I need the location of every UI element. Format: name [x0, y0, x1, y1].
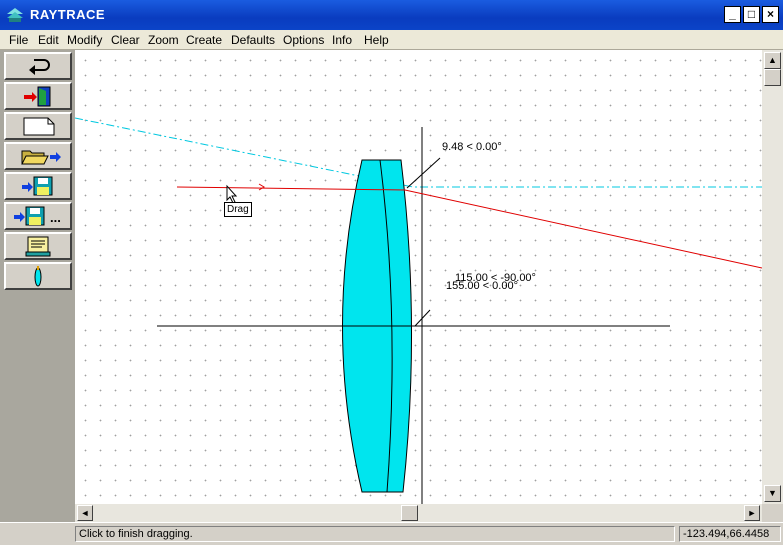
dashdot-construction-line — [75, 117, 762, 188]
cursor-coordinates: -123.494,66.4458 — [679, 526, 781, 542]
undo-arrow-icon — [29, 59, 50, 75]
undo-button[interactable] — [4, 52, 72, 80]
menu-options[interactable]: Options — [283, 33, 324, 47]
save-as-button[interactable]: ... — [4, 202, 72, 230]
scroll-down-button[interactable]: ▼ — [764, 485, 781, 502]
tool-panel: ... — [0, 50, 75, 522]
menu-bar: File Edit Modify Clear Zoom Create Defau… — [0, 30, 783, 50]
maximize-button[interactable]: □ — [743, 6, 760, 23]
dimension-label-mid2: 155.00 < 0.00° — [446, 280, 518, 292]
menu-file[interactable]: File — [9, 33, 28, 47]
menu-edit[interactable]: Edit — [38, 33, 59, 47]
leader-line-top — [406, 157, 441, 189]
print-scroll-icon — [25, 236, 51, 257]
floppy-save-icon — [22, 176, 53, 196]
vertical-scrollbar[interactable]: ▲ ▼ — [762, 50, 783, 504]
blank-page-icon — [23, 117, 55, 136]
drag-tooltip: Drag — [224, 202, 252, 217]
status-message: Click to finish dragging. — [75, 526, 675, 542]
new-button[interactable] — [4, 112, 72, 140]
ray-path[interactable] — [176, 183, 762, 269]
horizontal-scroll-thumb[interactable] — [401, 505, 418, 521]
raytrace-app-icon — [7, 8, 23, 22]
horizontal-scrollbar[interactable]: ◄ ► — [75, 504, 762, 522]
open-button[interactable] — [4, 142, 72, 170]
lens-icon — [34, 266, 42, 287]
menu-clear[interactable]: Clear — [111, 33, 140, 47]
menu-defaults[interactable]: Defaults — [231, 33, 275, 47]
menu-help[interactable]: Help — [364, 33, 389, 47]
menu-zoom[interactable]: Zoom — [148, 33, 179, 47]
open-folder-icon — [21, 150, 61, 165]
scrollbar-corner — [762, 504, 783, 522]
scroll-right-button[interactable]: ► — [744, 505, 760, 521]
window-title: RAYTRACE — [30, 7, 106, 22]
dimension-label-top: 9.48 < 0.00° — [442, 141, 502, 153]
print-button[interactable] — [4, 232, 72, 260]
mouse-cursor-icon — [226, 184, 238, 204]
status-bar: Click to finish dragging. -123.494,66.44… — [0, 522, 783, 545]
vertical-scroll-thumb[interactable] — [764, 69, 781, 86]
exit-door-icon — [24, 86, 51, 107]
minimize-button[interactable]: _ — [724, 6, 741, 23]
lens-button[interactable] — [4, 262, 72, 290]
exit-button[interactable] — [4, 82, 72, 110]
save-as-ellipsis: ... — [50, 210, 61, 225]
menu-create[interactable]: Create — [186, 33, 222, 47]
menu-info[interactable]: Info — [332, 33, 352, 47]
drawing-canvas[interactable]: Drag 9.48 < 0.00° 115.00 < -90.00° 155.0… — [75, 50, 762, 504]
title-bar: RAYTRACE _ □ × — [0, 0, 783, 30]
save-button[interactable] — [4, 172, 72, 200]
close-button[interactable]: × — [762, 6, 779, 23]
scroll-left-button[interactable]: ◄ — [77, 505, 93, 521]
menu-modify[interactable]: Modify — [67, 33, 102, 47]
scroll-up-button[interactable]: ▲ — [764, 52, 781, 69]
